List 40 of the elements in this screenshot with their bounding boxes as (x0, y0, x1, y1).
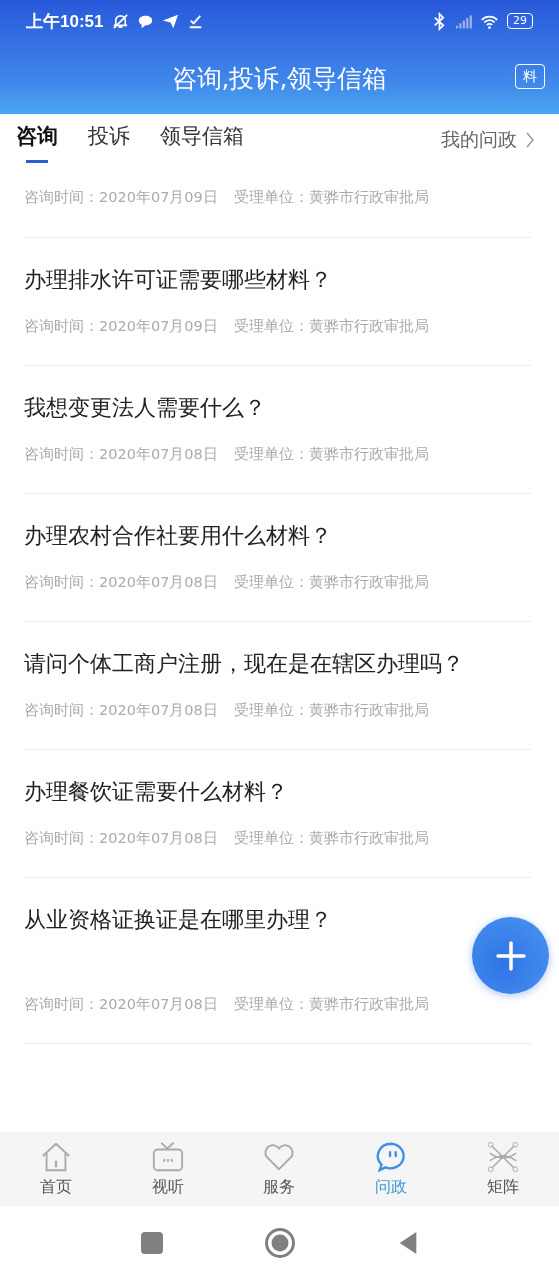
handling-unit: 受理单位：黄骅市行政审批局 (233, 995, 429, 1014)
inquiry-date: 咨询时间：2020年07月08日 (24, 829, 218, 848)
tv-icon (150, 1140, 185, 1174)
inquiry-date: 咨询时间：2020年07月09日 (24, 317, 218, 336)
mute-icon (111, 11, 131, 31)
question-title[interactable]: 请问个体工商户注册，现在是在辖区办理吗？ (24, 649, 464, 679)
tab[interactable]: 咨询 (16, 116, 58, 163)
nav-tab[interactable]: 服务 (223, 1132, 336, 1206)
handling-unit: 受理单位：黄骅市行政审批局 (233, 188, 429, 207)
inquiry-date: 咨询时间：2020年07月08日 (24, 445, 218, 464)
question-title[interactable]: 从业资格证换证是在哪里办理？ (24, 905, 332, 935)
question-title[interactable]: 我想变更法人需要什么？ (24, 393, 266, 423)
question-title[interactable]: 办理农村合作社要用什么材料？ (24, 521, 332, 551)
nav-tab[interactable]: 首页 (0, 1132, 112, 1206)
home-button[interactable] (263, 1227, 296, 1259)
add-button[interactable] (472, 917, 549, 994)
handling-unit: 受理单位：黄骅市行政审批局 (233, 445, 429, 464)
question-title[interactable]: 办理餐饮证需要什么材料？ (24, 777, 288, 807)
handling-unit: 受理单位：黄骅市行政审批局 (233, 317, 429, 336)
tab[interactable]: 领导信箱 (160, 116, 244, 163)
my-inquiries-link[interactable]: 我的问政 (441, 126, 517, 153)
chevron-right-icon (525, 130, 535, 149)
question-title[interactable]: 办理排水许可证需要哪些材料？ (24, 265, 332, 295)
inquiry-date: 咨询时间：2020年07月09日 (24, 188, 218, 207)
nav-tab[interactable]: 矩阵 (447, 1132, 559, 1206)
nav-tab[interactable]: 视听 (111, 1132, 224, 1206)
plus-icon (495, 940, 526, 971)
tab[interactable]: 投诉 (88, 116, 130, 163)
inquiry-date: 咨询时间：2020年07月08日 (24, 995, 218, 1014)
page-title: 咨询,投诉,领导信箱 (171, 62, 388, 95)
handling-unit: 受理单位：黄骅市行政审批局 (233, 829, 429, 848)
handling-unit: 受理单位：黄骅市行政审批局 (233, 573, 429, 592)
matrix-icon (486, 1140, 521, 1174)
recents-button[interactable] (139, 1231, 164, 1255)
status-time: 上午10:51 (26, 10, 104, 33)
handling-unit: 受理单位：黄骅市行政审批局 (233, 701, 429, 720)
inquiry-date: 咨询时间：2020年07月08日 (24, 573, 218, 592)
materials-button[interactable]: 料 (515, 64, 545, 89)
inquiry-date: 咨询时间：2020年07月08日 (24, 701, 218, 720)
battery-indicator: 29 (507, 13, 533, 29)
